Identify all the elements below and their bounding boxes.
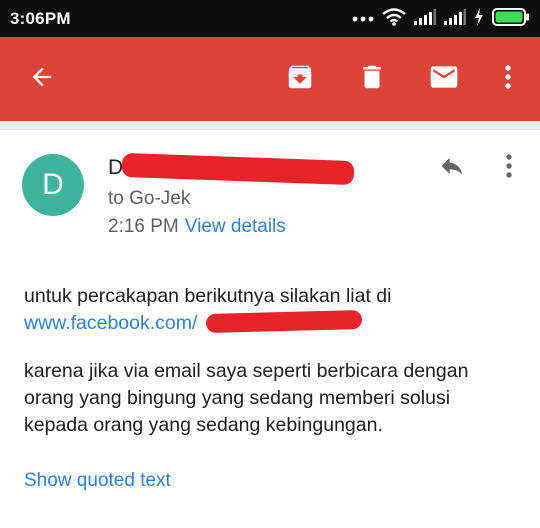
view-details-link[interactable]: View details	[185, 216, 286, 237]
battery-icon	[492, 7, 530, 31]
sender-name: D	[108, 156, 123, 180]
message-paragraph-2: karena jika via email saya seperti berbi…	[24, 358, 468, 439]
mail-icon	[428, 61, 460, 98]
back-arrow-icon	[28, 63, 56, 96]
sender-initial: D	[108, 156, 124, 179]
time-line: 2:16 PM View details	[108, 216, 286, 238]
facebook-link[interactable]: www.facebook.com/	[24, 312, 197, 334]
status-bar: 3:06PM	[0, 0, 540, 37]
reply-icon	[436, 152, 468, 185]
delete-button[interactable]	[344, 37, 400, 121]
archive-icon	[285, 62, 315, 97]
toolbar	[0, 37, 540, 121]
dots-icon	[352, 10, 374, 28]
redaction-mark	[205, 309, 363, 334]
wifi-icon	[382, 7, 406, 31]
avatar-letter: D	[42, 168, 64, 201]
signal-icon	[444, 8, 466, 30]
paragraph-2-line: karena jika via email saya seperti berbi…	[24, 360, 469, 382]
status-time: 3:06PM	[10, 9, 71, 28]
paragraph-2-line: kepada orang yang sedang kebingungan.	[24, 414, 383, 436]
mark-unread-button[interactable]	[416, 37, 472, 121]
reply-button[interactable]	[430, 150, 474, 186]
paragraph-2-line: orang yang bingung yang sedang memberi s…	[24, 387, 451, 409]
recipient-line[interactable]: to Go-Jek	[108, 188, 190, 210]
trash-icon	[357, 62, 387, 97]
overflow-menu-button[interactable]	[488, 37, 528, 121]
status-icons	[352, 7, 530, 31]
sender-avatar[interactable]: D	[22, 154, 84, 216]
archive-button[interactable]	[272, 37, 328, 121]
show-quoted-text-link[interactable]: Show quoted text	[24, 470, 171, 492]
signal-icon	[414, 8, 436, 30]
charging-icon	[474, 7, 484, 31]
redaction-mark	[121, 152, 355, 186]
message-time: 2:16 PM	[108, 216, 179, 237]
toolbar-divider	[0, 121, 540, 130]
paragraph-1-line-1: untuk percakapan berikutnya silakan liat…	[24, 285, 392, 307]
back-button[interactable]	[14, 37, 70, 121]
message-more-button[interactable]	[494, 150, 524, 186]
more-vert-icon	[505, 153, 513, 184]
more-vert-icon	[504, 64, 512, 95]
